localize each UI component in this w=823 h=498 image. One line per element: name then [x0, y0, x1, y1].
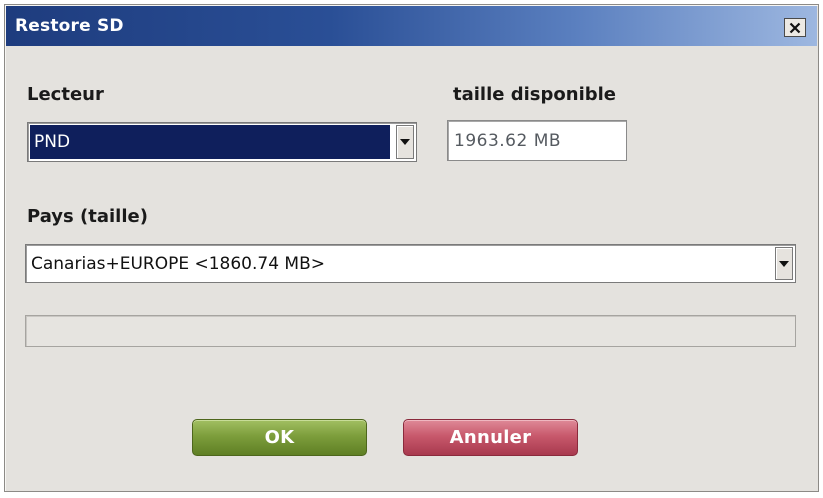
- pays-selected-value: Canarias+EUROPE <1860.74 MB>: [31, 253, 326, 274]
- ok-button-label: OK: [264, 427, 295, 448]
- pays-select[interactable]: Canarias+EUROPE <1860.74 MB>: [25, 244, 796, 283]
- ok-button[interactable]: OK: [192, 419, 367, 456]
- cancel-button[interactable]: Annuler: [403, 419, 578, 456]
- taille-disponible-label: taille disponible: [453, 84, 617, 105]
- lecteur-label: Lecteur: [27, 84, 104, 105]
- chevron-down-icon: [400, 139, 410, 145]
- dialog-title: Restore SD: [15, 16, 124, 36]
- pays-dropdown-button[interactable]: [775, 247, 793, 280]
- lecteur-select[interactable]: PND: [27, 122, 417, 162]
- close-button[interactable]: [784, 18, 806, 37]
- title-bar[interactable]: Restore SD: [6, 6, 817, 46]
- lecteur-selected-value: PND: [30, 125, 390, 159]
- lecteur-dropdown-button[interactable]: [396, 125, 414, 159]
- restore-sd-dialog: Restore SD Lecteur PND taille disponible…: [4, 4, 819, 492]
- progress-bar: [25, 315, 796, 347]
- chevron-down-icon: [779, 260, 789, 267]
- taille-disponible-field: 1963.62 MB: [447, 120, 627, 161]
- pays-label: Pays (taille): [27, 206, 148, 227]
- close-icon: [789, 22, 801, 33]
- cancel-button-label: Annuler: [449, 427, 532, 448]
